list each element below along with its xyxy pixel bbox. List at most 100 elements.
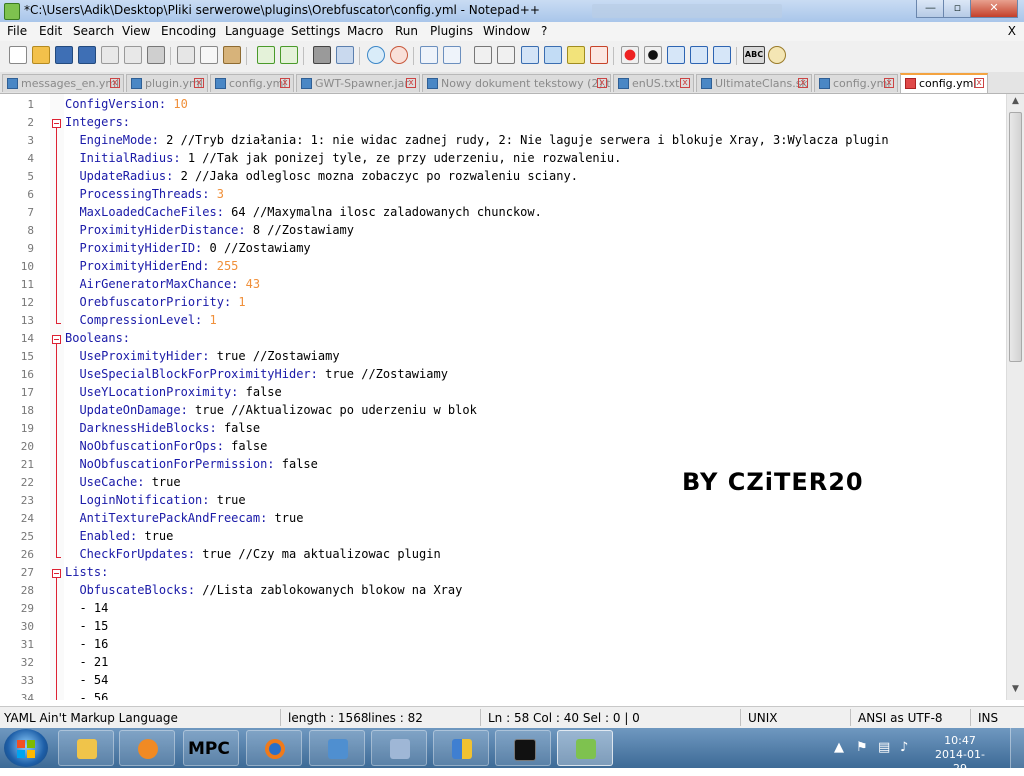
sync-vertical-icon[interactable] [420,46,438,64]
tray-flag-icon[interactable]: ⚑ [856,740,868,755]
tray-network-icon[interactable]: ▤ [878,740,890,755]
menu-run[interactable]: Run [395,24,418,38]
save-all-icon[interactable] [78,46,96,64]
taskbar-installer[interactable] [371,730,427,766]
maximize-button[interactable]: ▫ [943,0,972,18]
taskbar-notepad-plus-plus[interactable] [557,730,613,766]
tab-close-icon[interactable]: x [680,78,690,88]
menu-language[interactable]: Language [225,24,284,38]
close-file-icon[interactable] [101,46,119,64]
tab-config-yml-2[interactable]: config.yml x [814,74,898,92]
tray-expand-arrow-icon[interactable]: ▲ [834,740,844,755]
doc-map-icon[interactable] [567,46,585,64]
menu-edit[interactable]: Edit [39,24,62,38]
menu-help[interactable]: ? [541,24,547,38]
user-defined-language-icon[interactable] [544,46,562,64]
save-icon[interactable] [55,46,73,64]
fold-toggle-icon[interactable] [52,119,61,128]
tab-ultimateclans-sk[interactable]: UltimateClans.sk x [696,74,812,92]
yaml-value: 64 //Maxymalna ilosc zaladowanych chunck… [223,205,542,219]
preview-icon[interactable] [768,46,786,64]
tab-messages-en-yml[interactable]: messages_en.yml x [2,74,124,92]
scroll-down-arrow-icon[interactable]: ▼ [1009,684,1022,698]
tab-close-icon[interactable]: x [194,78,204,88]
editor-area[interactable]: 1 2 3 4 5 6 7 8 9 10 11 12 13 14 15 16 17 18 19 20 21 22 23 24 2… [0,94,1006,700]
fold-toggle-icon[interactable] [52,569,61,578]
tab-gwt-spawner-jar[interactable]: GWT-Spawner.jar x [296,74,420,92]
zoom-out-icon[interactable] [390,46,408,64]
show-desktop-button[interactable] [1010,728,1024,768]
spell-check-icon[interactable]: ABC [743,46,765,64]
record-macro-icon[interactable] [621,46,639,64]
tray-volume-icon[interactable]: ♪ [900,740,908,755]
undo-icon[interactable] [257,46,275,64]
yaml-value: 8 //Zostawiamy [245,223,354,237]
menu-search[interactable]: Search [73,24,114,38]
tab-close-icon[interactable]: x [110,78,120,88]
vertical-scrollbar[interactable]: ▲ ▼ [1006,94,1024,700]
find-icon[interactable] [313,46,331,64]
close-all-icon[interactable] [124,46,142,64]
yaml-key: ObfuscateBlocks: [79,583,196,597]
play-macro-icon[interactable] [667,46,685,64]
stop-record-icon[interactable] [644,46,662,64]
fold-toggle-icon[interactable] [52,335,61,344]
tab-plugin-yml[interactable]: plugin.yml x [126,74,208,92]
clock[interactable]: 10:47 2014-01-29 [930,734,990,776]
tab-config-yml-1[interactable]: config.yml x [210,74,294,92]
open-file-icon[interactable] [32,46,50,64]
new-file-icon[interactable] [9,46,27,64]
tab-config-yml-active[interactable]: config.yml x [900,73,988,93]
cut-icon[interactable] [177,46,195,64]
scrollbar-thumb[interactable] [1009,112,1022,362]
tab-nowy-dokument[interactable]: Nowy dokument tekstowy (2).txt x [422,74,611,92]
taskbar-mpc[interactable]: MPC [183,730,239,766]
menu-settings[interactable]: Settings [291,24,340,38]
show-all-chars-icon[interactable] [497,46,515,64]
menu-macro[interactable]: Macro [347,24,383,38]
start-button[interactable] [4,729,48,767]
close-document-icon[interactable]: X [1008,24,1016,38]
taskbar-file-explorer[interactable] [58,730,114,766]
line-number: 23 [20,494,34,507]
notepad-plus-plus-icon [576,739,596,759]
taskbar-command-prompt[interactable] [495,730,551,766]
word-wrap-icon[interactable] [474,46,492,64]
copy-icon[interactable] [200,46,218,64]
replace-icon[interactable] [336,46,354,64]
tab-close-icon[interactable]: x [884,78,894,88]
scroll-up-arrow-icon[interactable]: ▲ [1009,96,1022,110]
taskbar-windows-security[interactable] [433,730,489,766]
menu-window[interactable]: Window [483,24,530,38]
code-line: LoginNotification: true [65,493,245,507]
menu-file[interactable]: File [7,24,27,38]
menu-view[interactable]: View [122,24,150,38]
taskbar-firefox[interactable] [246,730,302,766]
run-macro-multiple-icon[interactable] [690,46,708,64]
tab-enus-txt[interactable]: enUS.txt x [613,74,694,92]
tab-close-icon[interactable]: x [406,78,416,88]
close-button[interactable]: ✕ [970,0,1018,18]
paste-icon[interactable] [223,46,241,64]
save-macro-icon[interactable] [713,46,731,64]
tab-close-icon[interactable]: x [974,78,984,88]
menu-encoding[interactable]: Encoding [161,24,216,38]
print-icon[interactable] [147,46,165,64]
taskbar-media-player[interactable] [119,730,175,766]
yaml-key: UseYLocationProximity: [79,385,239,399]
zoom-in-icon[interactable] [367,46,385,64]
minimize-button[interactable]: — [916,0,945,18]
function-list-icon[interactable] [590,46,608,64]
tab-close-icon[interactable]: x [798,78,808,88]
taskbar-network-tool[interactable] [309,730,365,766]
indent-guide-icon[interactable] [521,46,539,64]
redo-icon[interactable] [280,46,298,64]
sync-horizontal-icon[interactable] [443,46,461,64]
menu-plugins[interactable]: Plugins [430,24,473,38]
tab-close-icon[interactable]: x [280,78,290,88]
tab-close-icon[interactable]: x [597,78,607,88]
